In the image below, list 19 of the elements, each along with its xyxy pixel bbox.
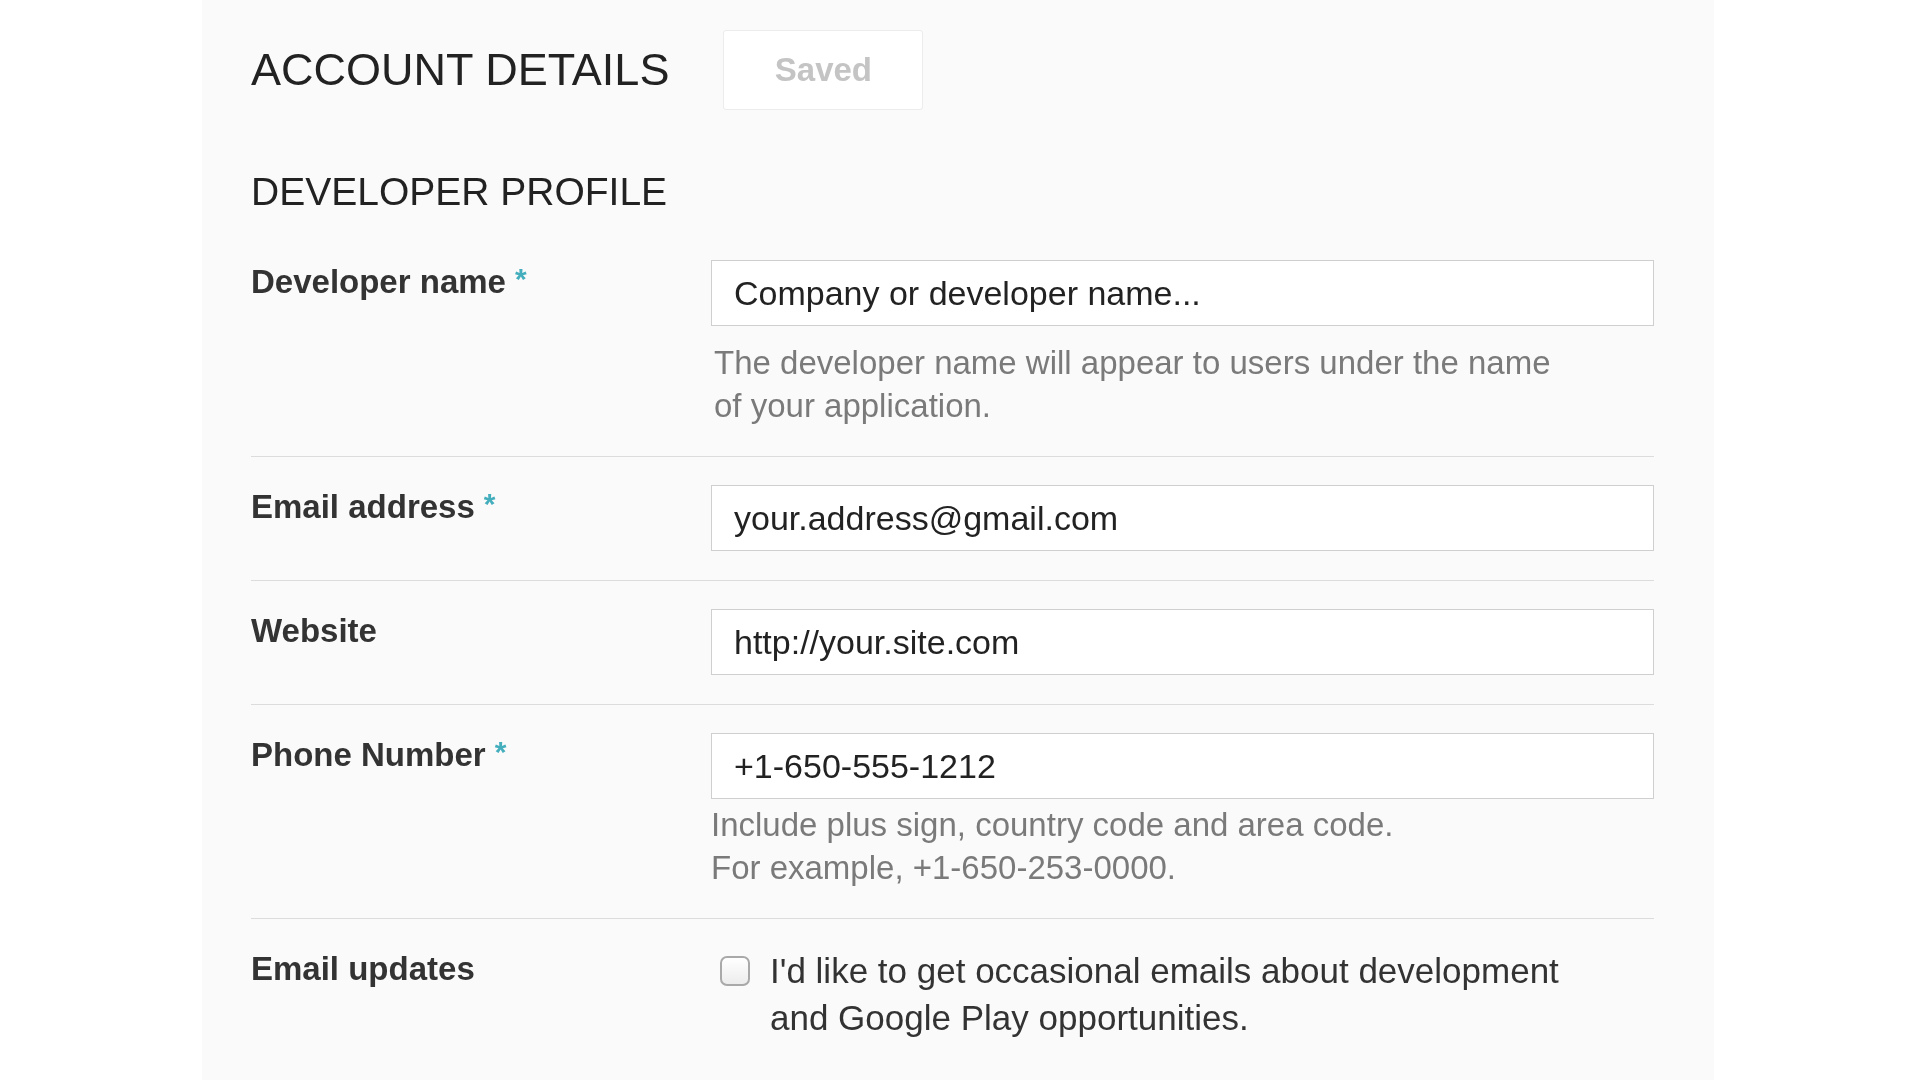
help-text: For example, +1-650-253-0000. <box>711 848 1178 888</box>
input-field[interactable]: http://your.site.com <box>711 609 1654 675</box>
section-heading: DEVELOPER PROFILE <box>251 169 668 215</box>
input-field[interactable]: +1-650-555-1212 <box>711 733 1654 799</box>
field-label: Email address <box>251 487 475 527</box>
field-label: Email updates <box>251 949 475 989</box>
required-asterisk: * <box>514 261 527 297</box>
help-text: The developer name will appear to users under the name of your application. <box>714 343 1552 426</box>
required-asterisk: * <box>494 734 507 770</box>
checkbox-label[interactable]: I'd like to get occasional emails about development and Google Play opportunities. <box>770 947 1620 1041</box>
field-label: Website <box>251 611 377 651</box>
field-label: Developer name <box>251 262 506 302</box>
help-text: Include plus sign, country code and area code. <box>711 805 1395 845</box>
input-field[interactable]: your.address@gmail.com <box>711 485 1654 551</box>
checkbox[interactable] <box>720 956 750 986</box>
page-heading: ACCOUNT DETAILS <box>251 44 670 96</box>
required-asterisk: * <box>483 486 496 522</box>
field-label: Phone Number <box>251 735 486 775</box>
input-field[interactable]: Company or developer name... <box>711 260 1654 326</box>
